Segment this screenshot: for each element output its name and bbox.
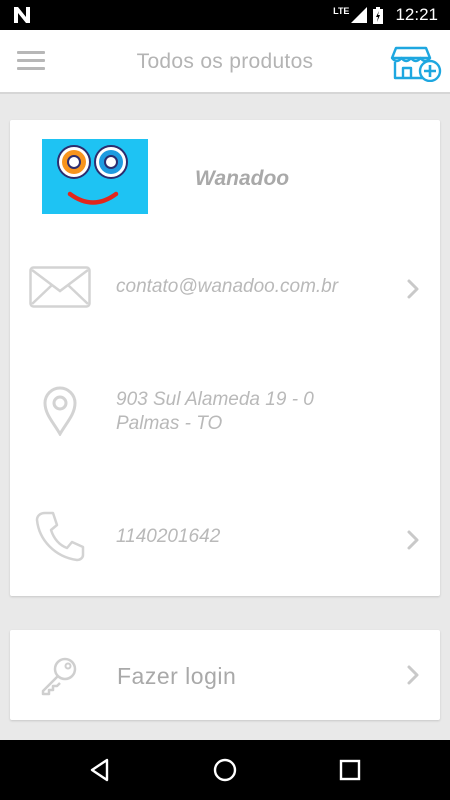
app-bar: Todos os produtos bbox=[0, 30, 450, 94]
store-logo bbox=[42, 139, 148, 214]
store-name: Wanadoo bbox=[195, 167, 290, 190]
address-line-1: 903 Sul Alameda 19 - 0 bbox=[116, 389, 314, 410]
phone-row[interactable]: 1140201642 bbox=[10, 500, 440, 580]
chevron-right-icon bbox=[407, 530, 419, 550]
store-add-icon[interactable] bbox=[390, 46, 442, 82]
address-row: 903 Sul Alameda 19 - 0 Palmas - TO bbox=[10, 370, 440, 440]
phone-icon bbox=[35, 511, 85, 562]
login-label: Fazer login bbox=[117, 663, 237, 689]
notification-n-icon bbox=[14, 7, 30, 23]
email-text: contato@wanadoo.com.br bbox=[116, 276, 339, 297]
status-icons: LTE 12:21 bbox=[333, 0, 438, 30]
battery-icon bbox=[373, 6, 384, 24]
back-icon[interactable] bbox=[87, 757, 113, 783]
email-row[interactable]: contato@wanadoo.com.br bbox=[10, 248, 440, 328]
address-line-2: Palmas - TO bbox=[116, 413, 223, 434]
login-card[interactable]: Fazer login bbox=[10, 630, 440, 720]
signal-icon bbox=[351, 7, 368, 23]
phone-text: 1140201642 bbox=[116, 526, 221, 547]
home-icon[interactable] bbox=[212, 757, 238, 783]
key-icon bbox=[41, 657, 77, 696]
store-info-card: Wanadoo contato@wanadoo.com.br 903 Sul A… bbox=[10, 120, 440, 596]
recents-icon[interactable] bbox=[337, 757, 363, 783]
status-bar: LTE 12:21 bbox=[0, 0, 450, 30]
chevron-right-icon bbox=[407, 665, 419, 685]
network-type: LTE bbox=[333, 6, 350, 16]
location-pin-icon bbox=[43, 386, 77, 436]
system-nav-bar bbox=[0, 740, 450, 800]
clock: 12:21 bbox=[395, 5, 438, 24]
page-title: Todos os produtos bbox=[136, 50, 314, 73]
wanadoo-logo-icon bbox=[57, 145, 128, 205]
chevron-right-icon bbox=[407, 279, 419, 299]
envelope-icon bbox=[29, 266, 91, 308]
